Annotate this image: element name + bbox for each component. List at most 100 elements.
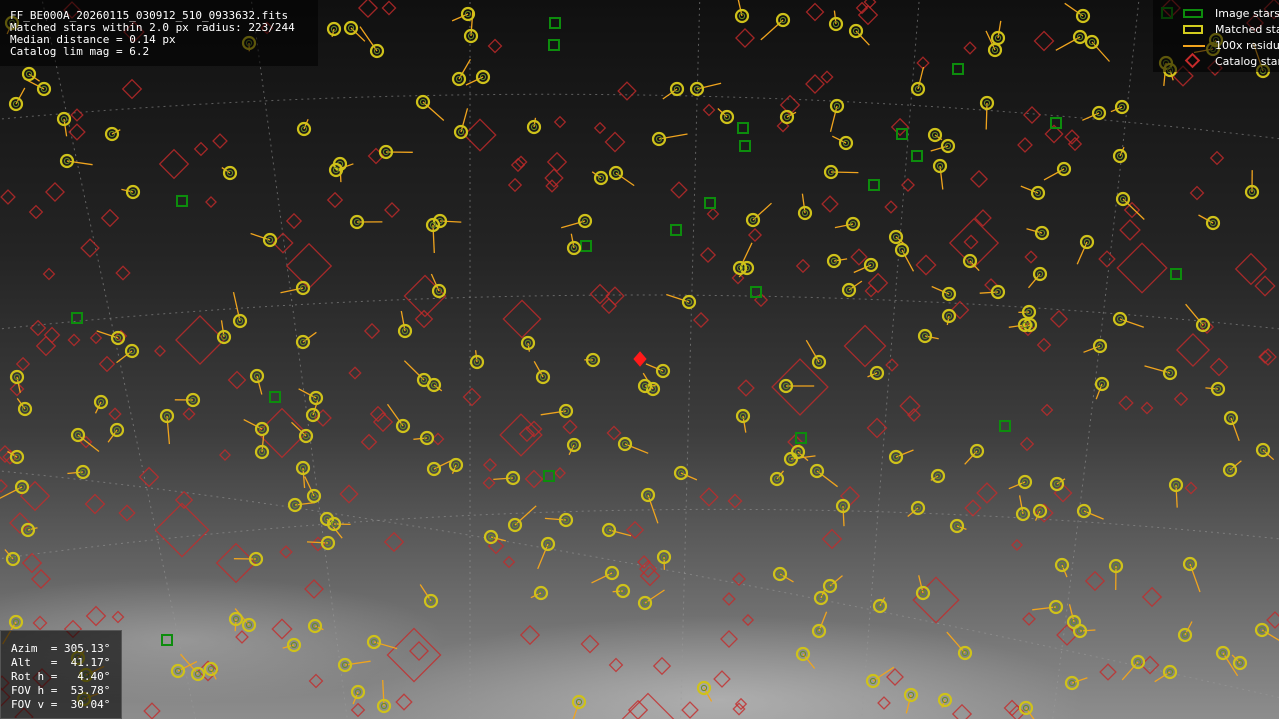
catalog-star bbox=[67, 333, 81, 347]
image-star bbox=[1170, 268, 1182, 280]
catalog-star bbox=[681, 701, 699, 719]
catalog-star bbox=[1140, 401, 1154, 415]
residual-line bbox=[527, 342, 531, 352]
catalog-star bbox=[639, 565, 661, 587]
image-star bbox=[999, 420, 1011, 432]
catalog-star bbox=[963, 41, 977, 55]
residual-line bbox=[805, 339, 820, 363]
solution-info-panel: FF_BE000A_20260115_030912_510_0933632.fi… bbox=[0, 0, 318, 66]
image-star bbox=[549, 17, 561, 29]
catalog-star bbox=[1209, 357, 1229, 377]
catalog-star bbox=[85, 605, 107, 627]
residual-line bbox=[1185, 303, 1204, 326]
catalog-star bbox=[727, 493, 743, 509]
residual-line bbox=[533, 117, 537, 128]
catalog-star bbox=[308, 673, 324, 689]
catalog-star bbox=[1084, 570, 1106, 592]
catalog-star bbox=[1064, 129, 1080, 145]
catalog-star bbox=[45, 182, 65, 202]
catalog-star bbox=[545, 179, 559, 193]
catalog-star bbox=[1049, 309, 1069, 329]
catalog-star bbox=[843, 324, 887, 368]
catalog-star bbox=[969, 169, 989, 189]
catalog-star bbox=[735, 28, 755, 48]
catalog-star bbox=[212, 133, 228, 149]
grid-line bbox=[250, 0, 348, 719]
catalog-star bbox=[89, 331, 103, 345]
image-star bbox=[737, 122, 749, 134]
catalog-star bbox=[43, 326, 61, 344]
catalog-star bbox=[29, 319, 47, 337]
image-star bbox=[911, 150, 923, 162]
image-stars-key-icon bbox=[1183, 6, 1207, 22]
catalog-star bbox=[111, 610, 125, 624]
residual-line bbox=[830, 171, 859, 174]
catalog-star bbox=[35, 335, 57, 357]
residual-line bbox=[386, 403, 404, 427]
catalog-star bbox=[1019, 436, 1035, 452]
catalog-star bbox=[1033, 30, 1055, 52]
residual-line bbox=[439, 220, 462, 223]
catalog-star bbox=[381, 0, 397, 16]
image-star bbox=[868, 179, 880, 191]
image-star bbox=[670, 224, 682, 236]
image-star bbox=[161, 634, 173, 646]
catalog-star bbox=[867, 272, 889, 294]
catalog-star bbox=[502, 555, 516, 569]
altitude-readout: Alt = 41.17° bbox=[11, 656, 111, 669]
catalog-star bbox=[219, 449, 231, 461]
legend-item-residuals: 100x residuals bbox=[1153, 38, 1279, 54]
catalog-star bbox=[409, 641, 429, 661]
star-overlay bbox=[0, 0, 1279, 719]
residual-line bbox=[644, 589, 665, 604]
catalog-star bbox=[193, 141, 209, 157]
residual-line bbox=[432, 224, 435, 254]
catalog-star bbox=[795, 258, 811, 274]
catalog-star bbox=[1189, 185, 1205, 201]
catalog-star bbox=[285, 242, 333, 290]
catalog-star bbox=[821, 195, 839, 213]
catalog-star bbox=[747, 227, 763, 243]
catalog-star bbox=[360, 433, 378, 451]
catalog-star bbox=[605, 286, 625, 306]
catalog-star bbox=[1098, 250, 1116, 268]
catalog-star bbox=[28, 204, 44, 220]
catalog-star bbox=[670, 181, 688, 199]
rotation-readout: Rot h = 4.40° bbox=[11, 670, 111, 683]
catalog-star bbox=[383, 531, 405, 553]
grid-line bbox=[861, 0, 920, 719]
catalog-star bbox=[235, 630, 249, 644]
image-star bbox=[952, 63, 964, 75]
residual-line bbox=[1055, 36, 1081, 51]
residual-line bbox=[382, 679, 385, 707]
catalog-star bbox=[395, 693, 413, 711]
residual-line bbox=[306, 541, 329, 544]
catalog-star bbox=[866, 417, 888, 439]
catalog-star bbox=[1173, 391, 1189, 407]
catalog-star bbox=[502, 299, 542, 339]
catalog-star bbox=[1003, 699, 1021, 717]
residual-line bbox=[760, 19, 784, 41]
catalog-star bbox=[580, 634, 600, 654]
catalog-star bbox=[507, 177, 523, 193]
image-star bbox=[176, 195, 188, 207]
catalog-star bbox=[820, 70, 834, 84]
catalog-star bbox=[182, 407, 196, 421]
residual-line bbox=[946, 315, 950, 326]
catalog-star bbox=[976, 482, 998, 504]
residual-line bbox=[514, 505, 537, 526]
catalog-star bbox=[482, 476, 496, 490]
catalog-star bbox=[741, 613, 755, 627]
catalog-star bbox=[205, 196, 217, 208]
catalog-star bbox=[154, 502, 210, 558]
catalog-star bbox=[175, 315, 225, 365]
catalog-star bbox=[1011, 539, 1023, 551]
residual-line bbox=[166, 415, 171, 445]
catalog-star bbox=[963, 234, 979, 250]
legend-label: Catalog stars bbox=[1215, 55, 1279, 68]
catalog-star bbox=[857, 4, 879, 26]
residual-line bbox=[816, 470, 838, 488]
image-star bbox=[580, 240, 592, 252]
catalog-star bbox=[326, 191, 344, 209]
catalog-star bbox=[1023, 106, 1041, 124]
